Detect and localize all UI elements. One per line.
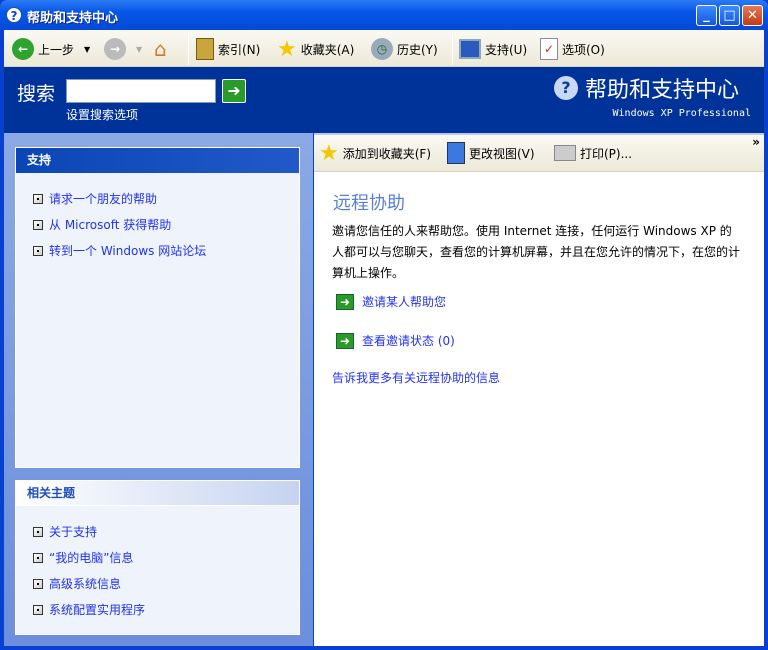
related-item[interactable]: 高级系统信息 bbox=[33, 575, 121, 592]
close-button[interactable]: ✕ bbox=[742, 5, 763, 26]
forward-arrow-icon: → bbox=[104, 38, 126, 60]
window-title: 帮助和支持中心 bbox=[27, 11, 119, 26]
invite-task[interactable]: ➜ 邀请某人帮助您 bbox=[336, 293, 446, 310]
star-icon: ★ bbox=[277, 36, 297, 62]
toolbar: ← 上一步 ▼ → ▼ ⌂ 索引(N) ★ 收藏夹(A) ◷ 历史(Y) 支持(U) ✓ 选… bbox=[4, 30, 764, 67]
back-dropdown-icon[interactable]: ▼ bbox=[84, 45, 90, 54]
add-favorites-button[interactable]: ★ 添加到收藏夹(F) bbox=[319, 140, 431, 166]
item-label: 高级系统信息 bbox=[49, 577, 122, 591]
home-icon: ⌂ bbox=[154, 37, 167, 61]
support-button[interactable]: 支持(U) bbox=[459, 36, 527, 62]
item-label: 请求一个朋友的帮助 bbox=[49, 192, 158, 206]
toolbar-separator bbox=[452, 33, 453, 65]
add-favorites-label: 添加到收藏夹(F) bbox=[342, 146, 432, 161]
printer-icon bbox=[554, 145, 576, 161]
change-view-button[interactable]: 更改视图(V) bbox=[447, 140, 535, 166]
content-title: 远程协助 bbox=[333, 193, 405, 214]
support-item[interactable]: 请求一个朋友的帮助 bbox=[33, 190, 157, 207]
content-description: 邀请您信任的人来帮助您。使用 Internet 连接，任何运行 Windows … bbox=[332, 224, 741, 280]
support-item[interactable]: 转到一个 Windows 网站论坛 bbox=[33, 242, 206, 259]
search-input[interactable] bbox=[66, 79, 216, 103]
add-star-icon: ★ bbox=[319, 140, 339, 166]
support-label: 支持(U) bbox=[485, 42, 528, 57]
options-button[interactable]: ✓ 选项(O) bbox=[540, 36, 605, 62]
history-label: 历史(Y) bbox=[397, 42, 438, 57]
favorites-label: 收藏夹(A) bbox=[300, 42, 355, 57]
book-icon bbox=[196, 38, 214, 60]
green-arrow-icon: ➜ bbox=[336, 332, 354, 349]
print-button[interactable]: 打印(P)... bbox=[554, 140, 632, 166]
back-label: 上一步 bbox=[38, 42, 75, 57]
brand-title: 帮助和支持中心 bbox=[585, 78, 740, 103]
back-button[interactable]: ← 上一步 ▼ bbox=[12, 36, 90, 62]
search-label: 搜索 bbox=[17, 83, 56, 105]
item-label: 转到一个 Windows 网站论坛 bbox=[49, 244, 207, 258]
search-go-button[interactable]: ➜ bbox=[222, 79, 246, 103]
bullet-icon bbox=[33, 604, 43, 615]
index-button[interactable]: 索引(N) bbox=[196, 36, 260, 62]
help-icon: ? bbox=[554, 76, 578, 100]
options-label: 选项(O) bbox=[562, 42, 605, 57]
green-arrow-icon: ➜ bbox=[336, 293, 354, 310]
title-bar: ? 帮助和支持中心 _ □ ✕ bbox=[0, 0, 768, 30]
history-button[interactable]: ◷ 历史(Y) bbox=[371, 36, 438, 62]
search-band: 搜索 ➜ 设置搜索选项 ? 帮助和支持中心 Windows XP Profess… bbox=[4, 67, 764, 133]
minimize-button[interactable]: _ bbox=[696, 5, 717, 26]
history-clock-icon: ◷ bbox=[371, 38, 393, 60]
maximize-button[interactable]: □ bbox=[719, 5, 740, 26]
forward-button[interactable]: → ▼ bbox=[104, 36, 142, 62]
task-label: 查看邀请状态 (0) bbox=[362, 334, 455, 348]
bullet-icon bbox=[33, 245, 43, 256]
search-options-link[interactable]: 设置搜索选项 bbox=[66, 106, 138, 123]
change-view-icon bbox=[447, 142, 465, 164]
toolbar-overflow-chevron[interactable]: » bbox=[752, 135, 760, 149]
bullet-icon bbox=[33, 552, 43, 563]
home-button[interactable]: ⌂ bbox=[154, 36, 167, 62]
back-arrow-icon: ← bbox=[12, 38, 34, 60]
related-item[interactable]: 关于支持 bbox=[33, 523, 97, 540]
content-toolbar: ★ 添加到收藏夹(F) 更改视图(V) 打印(P)... » bbox=[314, 133, 764, 172]
view-invitations-task[interactable]: ➜ 查看邀请状态 (0) bbox=[336, 332, 455, 349]
support-panel-title: 支持 bbox=[16, 148, 299, 173]
support-item[interactable]: 从 Microsoft 获得帮助 bbox=[33, 216, 171, 233]
support-tools-icon bbox=[459, 39, 481, 59]
forward-dropdown-icon: ▼ bbox=[136, 44, 143, 54]
related-item[interactable]: 系统配置实用程序 bbox=[33, 601, 145, 618]
item-label: 关于支持 bbox=[49, 525, 98, 539]
bullet-icon bbox=[33, 578, 43, 589]
more-info-link[interactable]: 告诉我更多有关远程协助的信息 bbox=[332, 369, 500, 386]
toolbar-separator bbox=[188, 33, 189, 65]
options-checklist-icon: ✓ bbox=[540, 38, 558, 60]
support-panel: 支持 请求一个朋友的帮助 从 Microsoft 获得帮助 转到一个 Windo… bbox=[15, 147, 300, 468]
favorites-button[interactable]: ★ 收藏夹(A) bbox=[277, 36, 354, 62]
brand-subtitle: Windows XP Professional bbox=[612, 108, 751, 119]
item-label: “我的电脑”信息 bbox=[49, 551, 134, 565]
bullet-icon bbox=[33, 219, 43, 230]
content-pane: ★ 添加到收藏夹(F) 更改视图(V) 打印(P)... » 远程协助 邀请您信任… bbox=[314, 133, 764, 646]
task-label: 邀请某人帮助您 bbox=[362, 295, 447, 309]
item-label: 系统配置实用程序 bbox=[49, 603, 146, 617]
index-label: 索引(N) bbox=[218, 42, 261, 57]
item-label: 从 Microsoft 获得帮助 bbox=[49, 218, 172, 232]
print-label: 打印(P)... bbox=[580, 146, 633, 161]
related-panel-title: 相关主题 bbox=[16, 481, 299, 506]
bullet-icon bbox=[33, 193, 43, 204]
sidebar: 支持 请求一个朋友的帮助 从 Microsoft 获得帮助 转到一个 Windo… bbox=[4, 133, 313, 646]
related-topics-panel: 相关主题 关于支持 “我的电脑”信息 高级系统信息 系统配置实用程序 bbox=[15, 480, 300, 635]
related-item[interactable]: “我的电脑”信息 bbox=[33, 549, 133, 566]
help-icon: ? bbox=[6, 7, 22, 23]
change-view-label: 更改视图(V) bbox=[469, 146, 535, 161]
bullet-icon bbox=[33, 526, 43, 537]
